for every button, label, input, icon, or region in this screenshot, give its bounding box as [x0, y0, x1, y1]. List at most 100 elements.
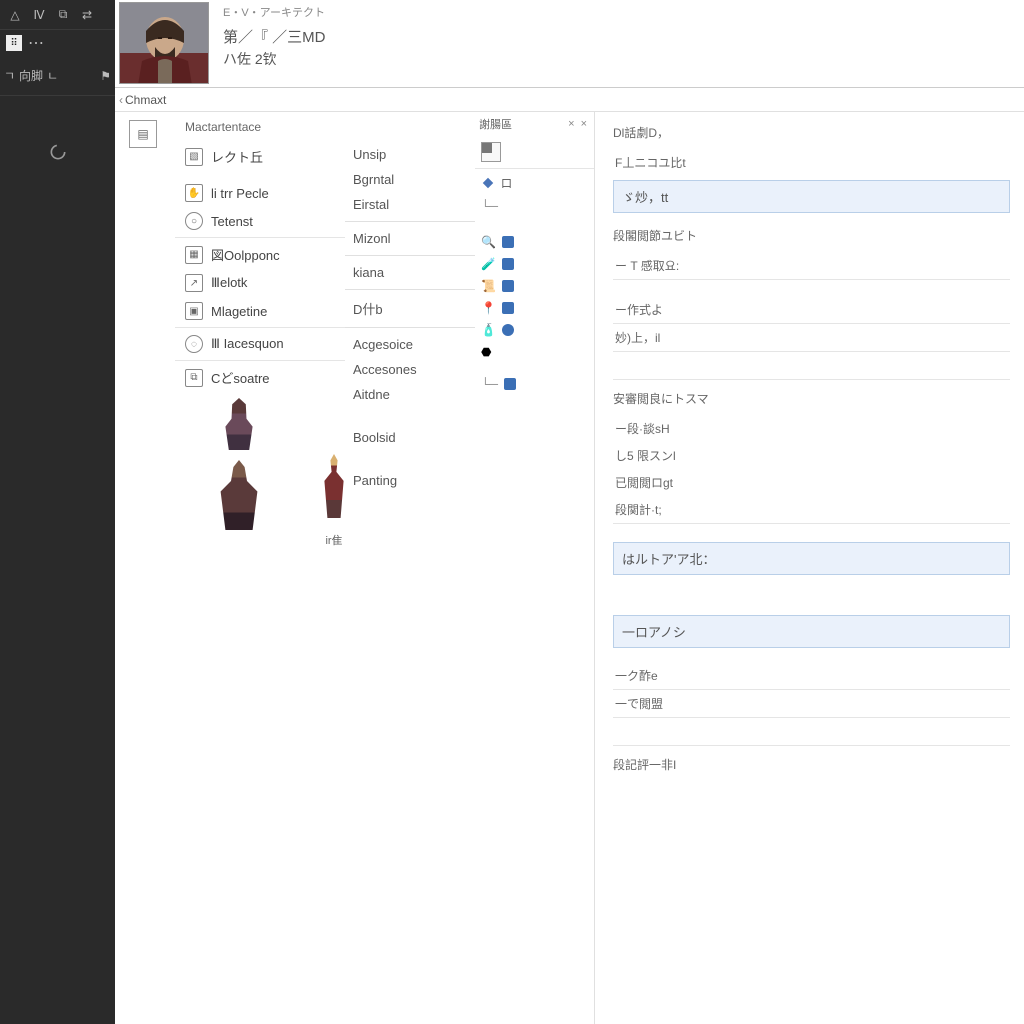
- slot-0[interactable]: [475, 138, 594, 166]
- slot-2[interactable]: └─: [475, 195, 594, 217]
- flag-icon[interactable]: ⚑: [100, 69, 111, 83]
- detail-line-4: 妙)上，il: [613, 324, 1010, 352]
- rail-icon-a[interactable]: △: [6, 6, 24, 24]
- detail-highlight-3[interactable]: 一ロアノシ: [613, 615, 1010, 648]
- slot-1[interactable]: 口: [475, 171, 594, 195]
- blue-chip-icon: [502, 280, 514, 292]
- detail-line-5: 一ク酢e: [613, 662, 1010, 690]
- slot-box-icon: [481, 142, 501, 162]
- nav-item-3[interactable]: ▦図Oolpponc: [175, 240, 345, 269]
- nav-item-0[interactable]: ▧レクト丘: [175, 142, 345, 171]
- blue-chip-icon: [502, 302, 514, 314]
- blue-chip-icon: [502, 258, 514, 270]
- slot-9[interactable]: └─: [475, 373, 594, 395]
- nav-item-1[interactable]: ✋li trr Pecle: [175, 179, 345, 207]
- chevron-left-icon[interactable]: ‹: [119, 93, 123, 107]
- detail-sec-3: 安審閲良にトスマ: [613, 390, 1010, 407]
- rail-next-icon[interactable]: ㄴ: [47, 67, 58, 84]
- main-area: E・V・アーキテクト 第／『 ／三MD ハ佐 2钦 ‹ Chmaxt ▤ Mac…: [115, 0, 1024, 1024]
- detail-sub-1: ー段·談sH: [613, 415, 1010, 442]
- page-icon: ▧: [185, 148, 203, 166]
- breadcrumb[interactable]: ‹ Chmaxt: [115, 88, 1024, 112]
- rail-row-3: ㄱ 向脚 ㄴ ⚑: [0, 56, 115, 96]
- nav-item-2[interactable]: ○Tetenst: [175, 207, 345, 235]
- nav-item-6[interactable]: ◌Ⅲ Iacesquon: [175, 330, 345, 358]
- nav-item-7[interactable]: ⧉Cどsoatre: [175, 363, 345, 392]
- slot-4[interactable]: 🧪: [475, 253, 594, 275]
- spinner: [0, 142, 115, 162]
- cat-item-1[interactable]: Bgrntal: [345, 167, 475, 192]
- minimize-icon[interactable]: ×: [565, 118, 577, 130]
- nav-column: Mactartentace ▧レクト丘 ✋li trr Pecle ○Teten…: [175, 112, 345, 1024]
- rail-icon-b[interactable]: Ⅳ: [30, 6, 48, 24]
- slot-7[interactable]: 🧴: [475, 319, 594, 341]
- detail-sub-2: し5 限スンl: [613, 442, 1010, 469]
- detail-sec-4: 段記評一非I: [613, 756, 1010, 773]
- character-sprite-large[interactable]: [219, 460, 259, 530]
- cat-item-9[interactable]: Boolsid: [345, 425, 475, 450]
- image-icon: ▣: [185, 302, 203, 320]
- search-icon: 🔍: [481, 235, 496, 249]
- cat-item-6[interactable]: Acgesoice: [345, 332, 475, 357]
- flask-icon: 🧪: [481, 257, 496, 271]
- blue-chip-icon: [504, 378, 516, 390]
- detail-blank-2: [613, 589, 1010, 611]
- cat-item-4[interactable]: kiana: [345, 260, 475, 285]
- detail-column: Dl話劇D， F丄ニコユ比t ゞ炒，tt 段閣閲節ユビト ー T 感取요: ー作…: [595, 112, 1024, 1024]
- detail-sub-3: 已閲閲ロgt: [613, 469, 1010, 496]
- detail-blank-1: [613, 352, 1010, 380]
- slot-3[interactable]: 🔍: [475, 231, 594, 253]
- detail-sec-1: Dl話劇D，: [613, 124, 1010, 141]
- character-sprite-small[interactable]: [222, 398, 256, 450]
- close-icon[interactable]: ×: [578, 118, 590, 130]
- orb-icon: ⬣: [481, 345, 491, 359]
- document-icon[interactable]: ▤: [129, 120, 157, 148]
- header-subtitle: E・V・アーキテクト: [223, 4, 326, 20]
- rail-prev-icon[interactable]: ㄱ: [4, 67, 15, 84]
- rail-top-icons: △ Ⅳ ⧉ ⇄: [0, 0, 115, 30]
- circle-icon: ○: [185, 212, 203, 230]
- blue-chip-icon: [502, 236, 514, 248]
- slot-6[interactable]: 📍: [475, 297, 594, 319]
- cat-item-2[interactable]: Eirstal: [345, 192, 475, 217]
- rail-icon-d[interactable]: ⇄: [78, 6, 96, 24]
- scroll-icon: 📜: [481, 279, 496, 293]
- detail-highlight-2[interactable]: はルトア'ア北：: [613, 542, 1010, 575]
- corner-icon: └─: [481, 377, 498, 391]
- slot-column: 謝腸區 ×× 口 └─ 🔍 🧪 📜 📍 🧴 ⬣ └─: [475, 112, 595, 1024]
- tool-rail: △ Ⅳ ⧉ ⇄ ⠿ ⋯ ㄱ 向脚 ㄴ ⚑: [0, 0, 115, 1024]
- cat-item-10[interactable]: Panting: [345, 468, 475, 493]
- ring-icon: ◌: [185, 335, 203, 353]
- slot-5[interactable]: 📜: [475, 275, 594, 297]
- header: E・V・アーキテクト 第／『 ／三MD ハ佐 2钦: [115, 0, 1024, 88]
- cat-item-7[interactable]: Accesones: [345, 357, 475, 382]
- cat-item-8[interactable]: Aitdne: [345, 382, 475, 407]
- col-doc-icon: ▤: [115, 112, 175, 1024]
- detail-line-2: ー T 感取요:: [613, 252, 1010, 280]
- sprite-previews: ir隹: [175, 392, 345, 548]
- slot-panel-header: 謝腸區 ××: [475, 116, 594, 138]
- nav-item-4[interactable]: ↗Ⅲelotk: [175, 269, 345, 297]
- dice-icon[interactable]: ⠿: [6, 35, 22, 51]
- slot-panel-title: 謝腸區: [479, 116, 512, 132]
- detail-blank-3: [613, 718, 1010, 746]
- rail-icon-c[interactable]: ⧉: [54, 6, 72, 24]
- character-portrait[interactable]: [119, 2, 209, 84]
- rail-icon-e[interactable]: ⋯: [28, 33, 44, 53]
- rail-row-2: ⠿ ⋯: [0, 30, 115, 56]
- detail-line-1: F丄ニコユ比t: [613, 149, 1010, 176]
- cat-item-3[interactable]: Mizonl: [345, 226, 475, 251]
- cat-item-5[interactable]: D什b: [345, 294, 475, 323]
- nav-item-5[interactable]: ▣Mlagetine: [175, 297, 345, 325]
- grid-icon: ▦: [185, 246, 203, 264]
- slot-1-label: 口: [501, 175, 512, 191]
- header-text: E・V・アーキテクト 第／『 ／三MD ハ佐 2钦: [213, 0, 336, 87]
- chart-icon: ↗: [185, 274, 203, 292]
- header-title-2: ハ佐 2钦: [223, 49, 326, 69]
- detail-highlight-1[interactable]: ゞ炒，tt: [613, 180, 1010, 213]
- rail-text: 向脚: [19, 67, 43, 84]
- header-title-1: 第／『 ／三MD: [223, 26, 326, 47]
- cat-item-0[interactable]: Unsip: [345, 142, 475, 167]
- slot-8[interactable]: ⬣: [475, 341, 594, 363]
- gem-icon: [481, 176, 495, 190]
